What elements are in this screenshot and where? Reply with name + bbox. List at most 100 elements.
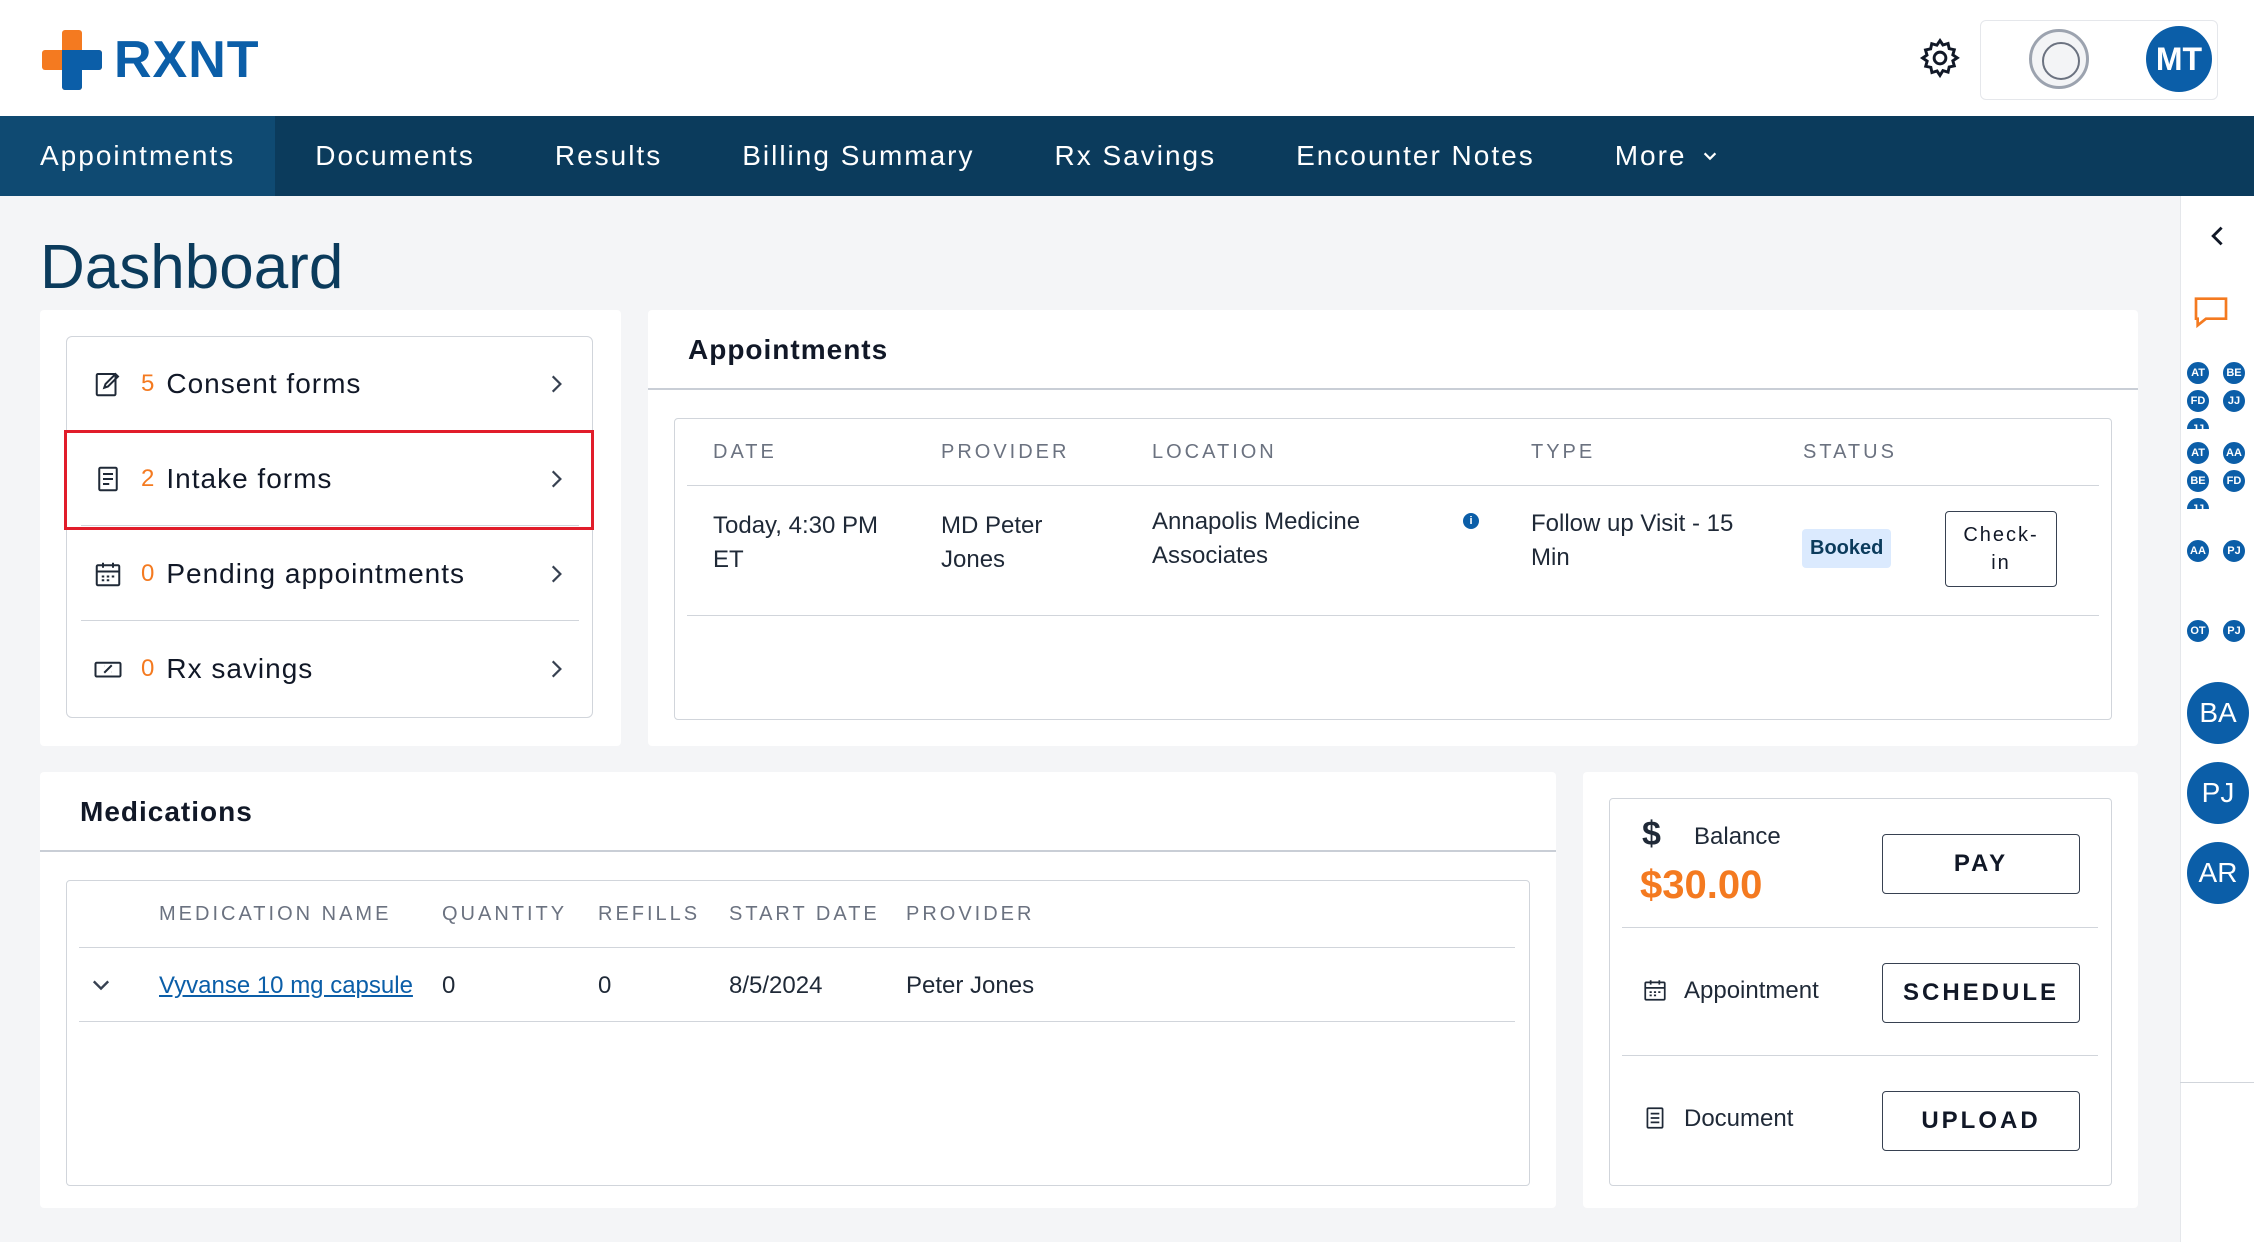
chevron-down-icon[interactable] <box>89 973 113 997</box>
intake-forms-highlight <box>64 430 594 530</box>
rail-avatar-mini[interactable]: PJ <box>2221 538 2247 564</box>
quick-link-consent-forms[interactable]: 5 Consent forms <box>81 337 579 431</box>
document-label: Document <box>1684 1105 1794 1132</box>
medications-table: MEDICATION NAME QUANTITY REFILLS START D… <box>66 880 1530 1186</box>
divider <box>79 947 1515 948</box>
medication-refills: 0 <box>598 972 612 999</box>
appointment-location: Annapolis Medicine Associates <box>1152 508 1361 569</box>
chevron-right-icon <box>551 660 562 678</box>
col-quantity: QUANTITY <box>442 903 568 925</box>
medication-quantity: 0 <box>442 972 456 999</box>
divider <box>40 850 1556 852</box>
quick-link-label: Consent forms <box>166 367 362 399</box>
nav-more-label: More <box>1614 140 1687 171</box>
edit-document-icon <box>95 372 120 396</box>
rail-avatar-overflow: JJ <box>2185 416 2211 429</box>
calendar-icon <box>1644 980 1666 1001</box>
chevron-right-icon <box>551 375 562 392</box>
chevron-left-icon[interactable] <box>2206 224 2230 248</box>
chat-icon[interactable] <box>2190 292 2232 332</box>
nav-appointments[interactable]: Appointments <box>0 116 276 196</box>
col-refills: REFILLS <box>598 903 701 925</box>
col-status: STATUS <box>1803 441 1897 463</box>
rail-avatar-mini[interactable]: JJ <box>2221 388 2247 414</box>
upload-button[interactable]: UPLOAD <box>1882 1091 2080 1151</box>
nav-documents[interactable]: Documents <box>275 116 515 196</box>
quick-link-count: 5 <box>141 369 155 397</box>
divider <box>687 615 2099 616</box>
nav-results[interactable]: Results <box>515 116 702 196</box>
divider <box>648 388 2138 390</box>
divider <box>79 1021 1515 1022</box>
rail-avatar-mini[interactable]: BE <box>2221 360 2247 386</box>
divider <box>2180 1082 2254 1083</box>
account-summary-card: $ Balance $30.00 PAY Appointment SCHEDUL… <box>1583 772 2138 1208</box>
page-title: Dashboard <box>40 233 344 302</box>
quick-link-label: Rx savings <box>166 653 314 684</box>
appointments-card: Appointments DATE PROVIDER LOCATION TYPE… <box>648 310 2138 746</box>
medication-start-date: 8/5/2024 <box>729 972 823 999</box>
col-start-date: START DATE <box>729 903 880 925</box>
info-icon[interactable]: i <box>1463 513 1479 529</box>
col-date: DATE <box>713 441 777 463</box>
user-avatar[interactable]: MT <box>2146 26 2212 92</box>
discount-ticket-icon <box>94 661 122 678</box>
divider <box>1622 927 2098 928</box>
chevron-down-icon <box>1703 152 1716 161</box>
rail-avatar-mini[interactable]: BE <box>2185 468 2211 494</box>
gear-icon[interactable] <box>1918 36 1962 80</box>
rxnt-logo[interactable]: RXNT <box>40 28 260 92</box>
logo-cross-icon <box>40 28 104 92</box>
col-medication-name: MEDICATION NAME <box>159 903 392 925</box>
check-in-button[interactable]: Check-in <box>1945 511 2057 587</box>
calendar-icon <box>95 562 121 586</box>
nav-billing-summary[interactable]: Billing Summary <box>702 116 1014 196</box>
col-provider: PROVIDER <box>906 903 1035 925</box>
balance-amount: $30.00 <box>1640 863 1763 907</box>
appointment-date: Today, 4:30 PM ET <box>713 512 878 573</box>
col-provider: PROVIDER <box>941 441 1070 463</box>
rail-avatar-mini[interactable]: PJ <box>2221 618 2247 644</box>
rail-avatar[interactable]: BA <box>2187 682 2249 744</box>
appointments-title: Appointments <box>688 334 889 365</box>
rail-avatar[interactable]: AR <box>2187 842 2249 904</box>
rail-avatar-mini[interactable]: AA <box>2185 538 2211 564</box>
quick-link-label: Pending appointments <box>166 557 466 589</box>
summary-box: $ Balance $30.00 PAY Appointment SCHEDUL… <box>1609 798 2112 1186</box>
appointment-type: Follow up Visit - 15 Min <box>1531 510 1734 571</box>
divider <box>1622 1055 2098 1056</box>
nav-encounter-notes[interactable]: Encounter Notes <box>1256 116 1575 196</box>
logo-text: RXNT <box>114 31 260 89</box>
practice-user-box: MT <box>1980 20 2218 100</box>
medication-provider: Peter Jones <box>906 972 1035 999</box>
rail-avatar-mini[interactable]: FD <box>2221 468 2247 494</box>
medication-name-link[interactable]: Vyvanse 10 mg capsule <box>159 969 413 1003</box>
dollar-icon: $ <box>1642 815 1661 853</box>
rail-avatar-mini[interactable]: OT <box>2185 618 2211 644</box>
medications-title: Medications <box>80 796 253 827</box>
chevron-right-icon <box>551 565 562 582</box>
appointment-provider: MD Peter Jones <box>941 512 1043 573</box>
main-nav: Appointments Documents Results Billing S… <box>0 116 2254 196</box>
rail-avatar-mini[interactable]: AT <box>2185 360 2211 386</box>
balance-label: Balance <box>1694 823 1781 850</box>
pay-button[interactable]: PAY <box>1882 834 2080 894</box>
quick-link-rx-savings[interactable]: 0 Rx savings <box>81 622 579 716</box>
col-location: LOCATION <box>1152 441 1277 463</box>
rail-avatar-mini[interactable]: FD <box>2185 388 2211 414</box>
top-header: RXNT MT <box>0 0 2254 116</box>
quick-link-count: 0 <box>141 655 155 682</box>
col-type: TYPE <box>1531 441 1596 463</box>
practice-seal-icon <box>2029 29 2089 89</box>
rail-avatar-mini[interactable]: AT <box>2185 440 2211 466</box>
medications-card: Medications MEDICATION NAME QUANTITY REF… <box>40 772 1556 1208</box>
schedule-button[interactable]: SCHEDULE <box>1882 963 2080 1023</box>
appointment-label: Appointment <box>1684 977 1819 1004</box>
rail-avatar[interactable]: PJ <box>2187 762 2249 824</box>
quick-link-pending-appointments[interactable]: 0 Pending appointments <box>81 527 579 621</box>
status-badge: Booked <box>1802 529 1892 568</box>
document-icon <box>1646 1107 1664 1129</box>
nav-more[interactable]: More <box>1575 116 1759 196</box>
rail-avatar-mini[interactable]: AA <box>2221 440 2247 466</box>
nav-rx-savings[interactable]: Rx Savings <box>1015 116 1257 196</box>
